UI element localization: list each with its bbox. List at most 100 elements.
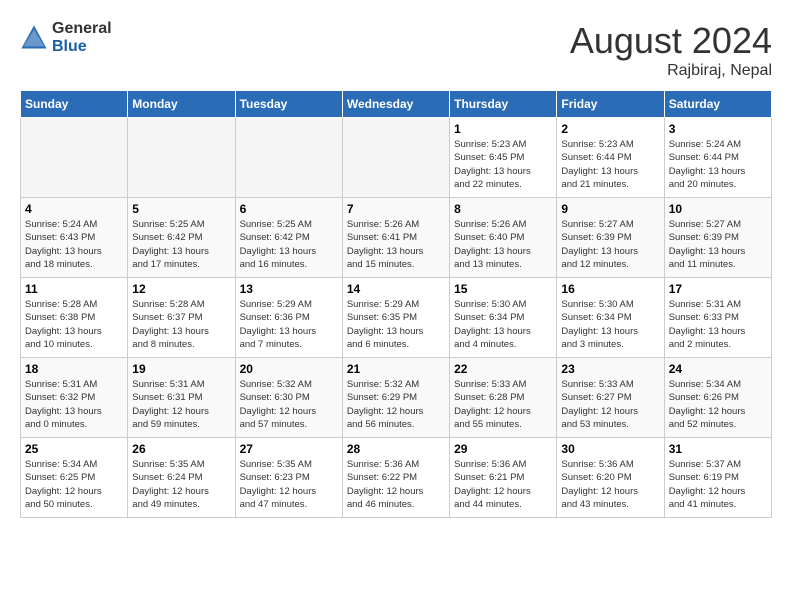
month-title: August 2024 bbox=[570, 20, 772, 62]
calendar-week-3: 11 Sunrise: 5:28 AM Sunset: 6:38 PM Dayli… bbox=[21, 278, 772, 358]
calendar-cell: 4 Sunrise: 5:24 AM Sunset: 6:43 PM Daylig… bbox=[21, 198, 128, 278]
logo-blue: Blue bbox=[52, 38, 112, 56]
calendar-cell: 5Sunrise: 5:25 AM Sunset: 6:42 PM Daylig… bbox=[128, 198, 235, 278]
calendar-week-1: 1 Sunrise: 5:23 AM Sunset: 6:45 PM Daylig… bbox=[21, 118, 772, 198]
day-info: Sunrise: 5:28 AM Sunset: 6:37 PM Dayligh… bbox=[132, 298, 230, 351]
page-header: General Blue August 2024 Rajbiraj, Nepal bbox=[20, 20, 772, 80]
day-info: Sunrise: 5:35 AM Sunset: 6:23 PM Dayligh… bbox=[240, 458, 338, 511]
calendar-cell: 22 Sunrise: 5:33 AM Sunset: 6:28 PM Dayli… bbox=[450, 358, 557, 438]
day-number: 3 bbox=[669, 122, 767, 136]
day-info: Sunrise: 5:36 AM Sunset: 6:20 PM Dayligh… bbox=[561, 458, 659, 511]
calendar-cell: 28Sunrise: 5:36 AM Sunset: 6:22 PM Dayli… bbox=[342, 438, 449, 518]
day-info: Sunrise: 5:28 AM Sunset: 6:38 PM Dayligh… bbox=[25, 298, 123, 351]
day-info: Sunrise: 5:27 AM Sunset: 6:39 PM Dayligh… bbox=[669, 218, 767, 271]
day-info: Sunrise: 5:24 AM Sunset: 6:43 PM Dayligh… bbox=[25, 218, 123, 271]
calendar-cell: 7 Sunrise: 5:26 AM Sunset: 6:41 PM Daylig… bbox=[342, 198, 449, 278]
day-info: Sunrise: 5:24 AM Sunset: 6:44 PM Dayligh… bbox=[669, 138, 767, 191]
calendar-cell: 9 Sunrise: 5:27 AM Sunset: 6:39 PM Daylig… bbox=[557, 198, 664, 278]
calendar-cell: 23Sunrise: 5:33 AM Sunset: 6:27 PM Dayli… bbox=[557, 358, 664, 438]
day-number: 19 bbox=[132, 362, 230, 376]
calendar-cell: 13 Sunrise: 5:29 AM Sunset: 6:36 PM Dayli… bbox=[235, 278, 342, 358]
day-info: Sunrise: 5:36 AM Sunset: 6:21 PM Dayligh… bbox=[454, 458, 552, 511]
day-info: Sunrise: 5:27 AM Sunset: 6:39 PM Dayligh… bbox=[561, 218, 659, 271]
calendar-cell: 16 Sunrise: 5:30 AM Sunset: 6:34 PM Dayli… bbox=[557, 278, 664, 358]
day-number: 29 bbox=[454, 442, 552, 456]
calendar-cell: 26Sunrise: 5:35 AM Sunset: 6:24 PM Dayli… bbox=[128, 438, 235, 518]
day-number: 13 bbox=[240, 282, 338, 296]
day-number: 8 bbox=[454, 202, 552, 216]
day-number: 10 bbox=[669, 202, 767, 216]
day-info: Sunrise: 5:31 AM Sunset: 6:32 PM Dayligh… bbox=[25, 378, 123, 431]
calendar-week-2: 4 Sunrise: 5:24 AM Sunset: 6:43 PM Daylig… bbox=[21, 198, 772, 278]
calendar-cell: 27 Sunrise: 5:35 AM Sunset: 6:23 PM Dayli… bbox=[235, 438, 342, 518]
header-monday: Monday bbox=[128, 91, 235, 118]
day-number: 11 bbox=[25, 282, 123, 296]
day-number: 2 bbox=[561, 122, 659, 136]
calendar-week-5: 25Sunrise: 5:34 AM Sunset: 6:25 PM Dayli… bbox=[21, 438, 772, 518]
day-number: 9 bbox=[561, 202, 659, 216]
day-number: 22 bbox=[454, 362, 552, 376]
day-number: 1 bbox=[454, 122, 552, 136]
calendar-cell: 8Sunrise: 5:26 AM Sunset: 6:40 PM Daylig… bbox=[450, 198, 557, 278]
calendar-cell: 2Sunrise: 5:23 AM Sunset: 6:44 PM Daylig… bbox=[557, 118, 664, 198]
calendar-cell: 24 Sunrise: 5:34 AM Sunset: 6:26 PM Dayli… bbox=[664, 358, 771, 438]
day-number: 14 bbox=[347, 282, 445, 296]
day-info: Sunrise: 5:29 AM Sunset: 6:35 PM Dayligh… bbox=[347, 298, 445, 351]
header-thursday: Thursday bbox=[450, 91, 557, 118]
location: Rajbiraj, Nepal bbox=[570, 62, 772, 80]
day-info: Sunrise: 5:30 AM Sunset: 6:34 PM Dayligh… bbox=[561, 298, 659, 351]
day-number: 23 bbox=[561, 362, 659, 376]
day-info: Sunrise: 5:23 AM Sunset: 6:45 PM Dayligh… bbox=[454, 138, 552, 191]
calendar-cell: 29 Sunrise: 5:36 AM Sunset: 6:21 PM Dayli… bbox=[450, 438, 557, 518]
day-number: 7 bbox=[347, 202, 445, 216]
day-number: 15 bbox=[454, 282, 552, 296]
calendar-cell: 30 Sunrise: 5:36 AM Sunset: 6:20 PM Dayli… bbox=[557, 438, 664, 518]
day-number: 12 bbox=[132, 282, 230, 296]
calendar-cell bbox=[21, 118, 128, 198]
day-info: Sunrise: 5:33 AM Sunset: 6:28 PM Dayligh… bbox=[454, 378, 552, 431]
day-info: Sunrise: 5:29 AM Sunset: 6:36 PM Dayligh… bbox=[240, 298, 338, 351]
day-info: Sunrise: 5:37 AM Sunset: 6:19 PM Dayligh… bbox=[669, 458, 767, 511]
day-info: Sunrise: 5:30 AM Sunset: 6:34 PM Dayligh… bbox=[454, 298, 552, 351]
day-info: Sunrise: 5:36 AM Sunset: 6:22 PM Dayligh… bbox=[347, 458, 445, 511]
day-number: 20 bbox=[240, 362, 338, 376]
header-wednesday: Wednesday bbox=[342, 91, 449, 118]
day-info: Sunrise: 5:31 AM Sunset: 6:33 PM Dayligh… bbox=[669, 298, 767, 351]
day-info: Sunrise: 5:32 AM Sunset: 6:29 PM Dayligh… bbox=[347, 378, 445, 431]
day-info: Sunrise: 5:26 AM Sunset: 6:41 PM Dayligh… bbox=[347, 218, 445, 271]
day-info: Sunrise: 5:34 AM Sunset: 6:26 PM Dayligh… bbox=[669, 378, 767, 431]
calendar-cell: 14 Sunrise: 5:29 AM Sunset: 6:35 PM Dayli… bbox=[342, 278, 449, 358]
calendar-week-4: 18 Sunrise: 5:31 AM Sunset: 6:32 PM Dayli… bbox=[21, 358, 772, 438]
day-number: 5 bbox=[132, 202, 230, 216]
calendar-cell bbox=[235, 118, 342, 198]
day-number: 31 bbox=[669, 442, 767, 456]
logo-general: General bbox=[52, 20, 112, 38]
day-number: 27 bbox=[240, 442, 338, 456]
day-number: 24 bbox=[669, 362, 767, 376]
day-number: 16 bbox=[561, 282, 659, 296]
calendar-cell: 11 Sunrise: 5:28 AM Sunset: 6:38 PM Dayli… bbox=[21, 278, 128, 358]
calendar-cell: 18 Sunrise: 5:31 AM Sunset: 6:32 PM Dayli… bbox=[21, 358, 128, 438]
calendar-cell: 15 Sunrise: 5:30 AM Sunset: 6:34 PM Dayli… bbox=[450, 278, 557, 358]
logo-text: General Blue bbox=[52, 20, 112, 55]
header-tuesday: Tuesday bbox=[235, 91, 342, 118]
day-number: 30 bbox=[561, 442, 659, 456]
day-number: 6 bbox=[240, 202, 338, 216]
calendar-cell: 21 Sunrise: 5:32 AM Sunset: 6:29 PM Dayli… bbox=[342, 358, 449, 438]
calendar-table: SundayMondayTuesdayWednesdayThursdayFrid… bbox=[20, 90, 772, 518]
day-info: Sunrise: 5:34 AM Sunset: 6:25 PM Dayligh… bbox=[25, 458, 123, 511]
day-info: Sunrise: 5:35 AM Sunset: 6:24 PM Dayligh… bbox=[132, 458, 230, 511]
header-saturday: Saturday bbox=[664, 91, 771, 118]
calendar-cell bbox=[128, 118, 235, 198]
day-number: 4 bbox=[25, 202, 123, 216]
calendar-cell: 3 Sunrise: 5:24 AM Sunset: 6:44 PM Daylig… bbox=[664, 118, 771, 198]
calendar-cell: 10 Sunrise: 5:27 AM Sunset: 6:39 PM Dayli… bbox=[664, 198, 771, 278]
header-friday: Friday bbox=[557, 91, 664, 118]
calendar-cell: 1 Sunrise: 5:23 AM Sunset: 6:45 PM Daylig… bbox=[450, 118, 557, 198]
day-number: 18 bbox=[25, 362, 123, 376]
day-info: Sunrise: 5:25 AM Sunset: 6:42 PM Dayligh… bbox=[240, 218, 338, 271]
day-number: 17 bbox=[669, 282, 767, 296]
calendar-cell: 12 Sunrise: 5:28 AM Sunset: 6:37 PM Dayli… bbox=[128, 278, 235, 358]
calendar-cell: 25Sunrise: 5:34 AM Sunset: 6:25 PM Dayli… bbox=[21, 438, 128, 518]
day-number: 21 bbox=[347, 362, 445, 376]
